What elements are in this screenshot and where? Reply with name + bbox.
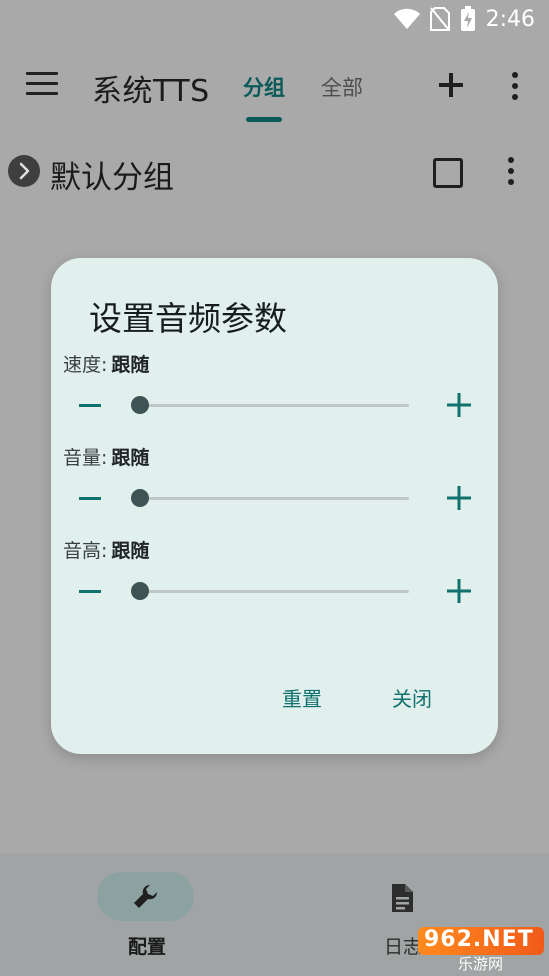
status-bar: 2:46 <box>0 0 549 38</box>
volume-label: 音量: <box>63 447 108 469</box>
speed-slider-thumb[interactable] <box>131 396 149 414</box>
volume-slider-thumb[interactable] <box>131 489 149 507</box>
pitch-increase-button[interactable] <box>447 579 471 603</box>
speed-increase-button[interactable] <box>447 393 471 417</box>
volume-slider-track <box>139 497 409 500</box>
speed-label-row: 速度: 跟随 <box>63 350 149 377</box>
pitch-slider[interactable] <box>131 581 409 601</box>
status-time: 2:46 <box>485 6 535 32</box>
watermark-logo: 962.NET 乐游网 <box>418 927 544 973</box>
watermark-text: 962.NET <box>424 927 534 952</box>
close-button[interactable]: 关闭 <box>392 683 432 712</box>
volume-decrease-button[interactable] <box>79 487 101 509</box>
nav-item-config[interactable] <box>97 872 194 921</box>
volume-label-row: 音量: 跟随 <box>63 443 149 470</box>
audio-params-dialog: 设置音频参数 速度: 跟随 音量: 跟随 音高: 跟随 重置 关闭 <box>51 258 498 754</box>
wrench-icon <box>134 884 158 908</box>
pitch-slider-track <box>139 590 409 593</box>
pitch-slider-thumb[interactable] <box>131 582 149 600</box>
pitch-decrease-button[interactable] <box>79 580 101 602</box>
group-checkbox[interactable] <box>433 158 463 188</box>
no-sim-icon <box>429 7 450 31</box>
group-title: 默认分组 <box>50 160 174 196</box>
volume-slider[interactable] <box>131 488 409 508</box>
speed-label: 速度: <box>63 354 108 376</box>
more-vert-icon[interactable] <box>509 71 521 101</box>
wifi-icon <box>393 8 420 29</box>
speed-slider[interactable] <box>131 395 409 415</box>
tab-grouped[interactable]: 分组 <box>243 72 285 102</box>
chevron-right-icon[interactable] <box>8 155 40 187</box>
tab-indicator <box>246 117 282 122</box>
group-more-icon[interactable] <box>505 156 517 186</box>
add-icon[interactable] <box>437 71 465 99</box>
speed-decrease-button[interactable] <box>79 394 101 416</box>
group-row[interactable]: 默认分组 <box>0 140 549 204</box>
volume-value: 跟随 <box>111 447 150 469</box>
volume-increase-button[interactable] <box>447 486 471 510</box>
battery-charging-icon <box>460 6 475 31</box>
dialog-title: 设置音频参数 <box>89 299 287 338</box>
watermark-subtext: 乐游网 <box>458 955 504 973</box>
pitch-label-row: 音高: 跟随 <box>63 536 149 563</box>
pitch-label: 音高: <box>63 540 108 562</box>
reset-button[interactable]: 重置 <box>282 683 322 712</box>
document-icon[interactable] <box>389 883 415 913</box>
tab-all[interactable]: 全部 <box>321 72 363 102</box>
pitch-value: 跟随 <box>111 540 150 562</box>
speed-slider-track <box>139 404 409 407</box>
speed-value: 跟随 <box>111 354 150 376</box>
app-bar: 系统TTS 分组 全部 <box>0 38 549 128</box>
app-title: 系统TTS <box>92 74 210 109</box>
nav-config-label[interactable]: 配置 <box>128 932 166 959</box>
menu-icon[interactable] <box>26 72 58 96</box>
nav-log-label[interactable]: 日志 <box>384 932 422 959</box>
